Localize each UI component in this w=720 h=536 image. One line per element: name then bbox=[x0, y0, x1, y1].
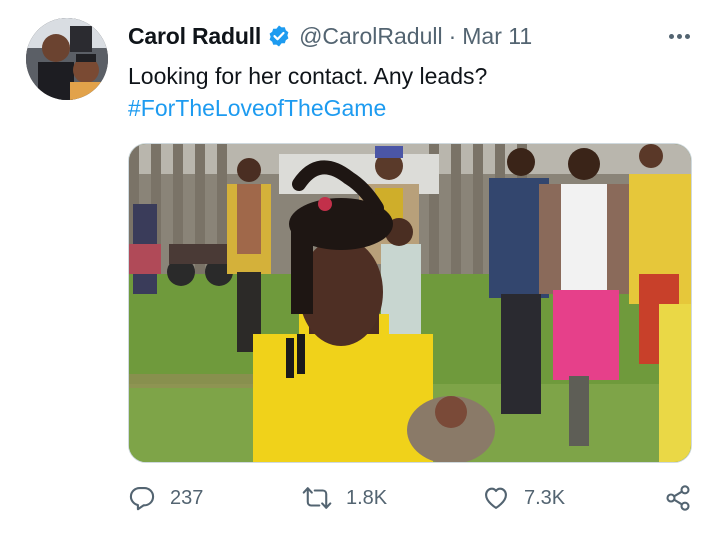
tweet-text: Looking for her contact. Any leads? bbox=[128, 63, 488, 89]
retweet-count: 1.8K bbox=[346, 486, 388, 509]
reply-button[interactable]: 237 bbox=[128, 480, 203, 516]
reply-count: 237 bbox=[170, 486, 204, 509]
tweet[interactable]: Carol Radull @CarolRadull · Mar 11 Looki… bbox=[0, 0, 720, 536]
tweet-photo[interactable] bbox=[128, 143, 692, 463]
retweet-icon bbox=[302, 484, 332, 512]
author-handle[interactable]: @CarolRadull bbox=[299, 23, 443, 50]
tweet-header: Carol Radull @CarolRadull · Mar 11 bbox=[128, 20, 532, 52]
tweet-date[interactable]: Mar 11 bbox=[462, 23, 532, 50]
header-separator: · bbox=[448, 22, 457, 49]
share-button[interactable] bbox=[664, 480, 692, 516]
hashtag-link[interactable]: #ForTheLoveofTheGame bbox=[128, 92, 386, 124]
verified-badge-icon bbox=[267, 24, 291, 48]
like-count: 7.3K bbox=[524, 486, 566, 509]
retweet-button[interactable]: 1.8K bbox=[302, 480, 387, 516]
tweet-actions: 237 1.8K 7.3K bbox=[128, 480, 694, 516]
heart-icon bbox=[482, 484, 510, 512]
more-horizontal-icon[interactable] bbox=[664, 24, 694, 48]
reply-icon bbox=[128, 484, 156, 512]
avatar[interactable] bbox=[26, 18, 108, 100]
share-icon bbox=[664, 484, 692, 512]
author-display-name[interactable]: Carol Radull bbox=[128, 23, 261, 50]
like-button[interactable]: 7.3K bbox=[482, 480, 565, 516]
